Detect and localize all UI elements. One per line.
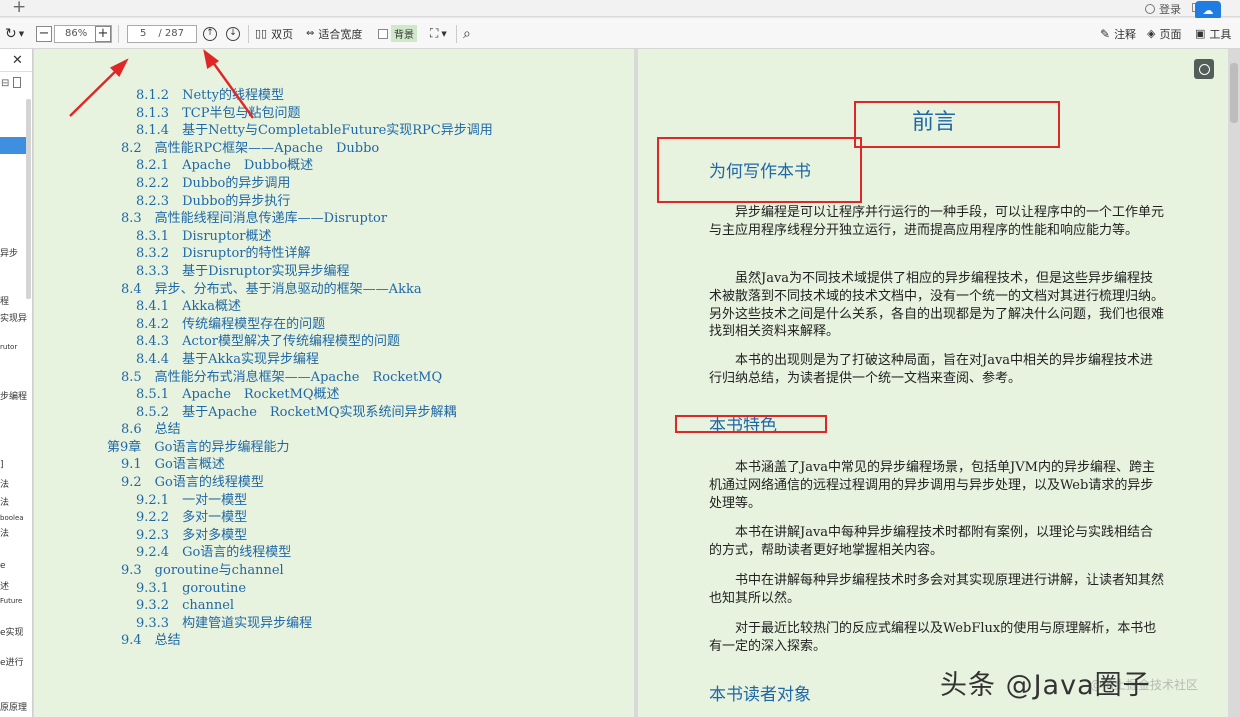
annotation-arrows [69, 49, 254, 119]
pdf-reader-window: + 登录 ☁ ↻ ▼ − 86% ▼ + 5 / 287 [0, 0, 1240, 717]
watermark: 头条 @Java圈子 [940, 670, 1151, 701]
